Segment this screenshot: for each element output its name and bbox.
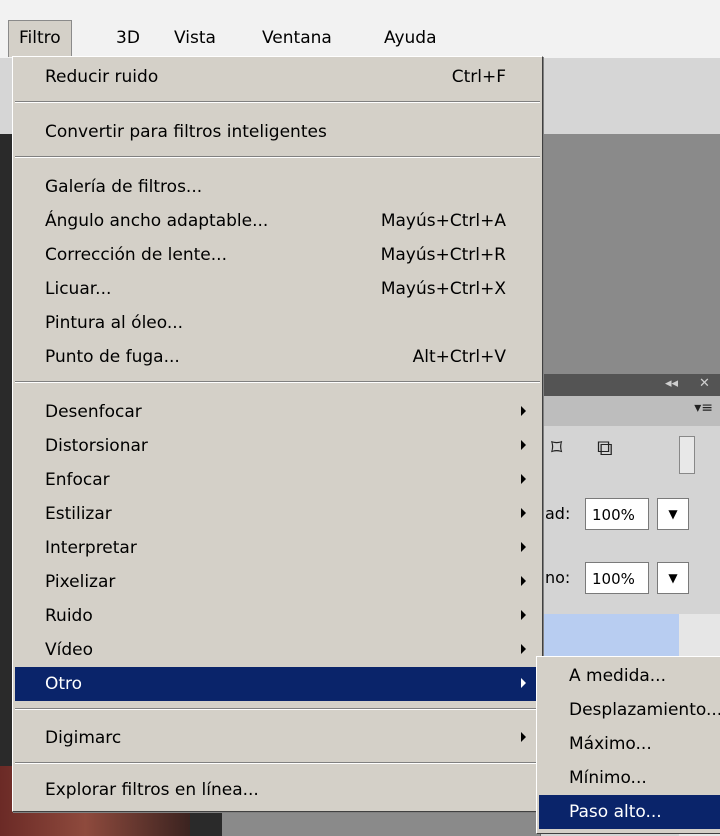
submenu-item-minimo[interactable]: Mínimo... [539,761,720,795]
menu-item-label: Ruido [45,606,93,626]
menu-item-label: Explorar filtros en línea... [45,780,259,800]
close-icon[interactable]: ✕ [699,376,710,391]
menu-item-label: Máximo... [569,734,652,754]
opacity-field[interactable]: 100% [585,498,649,530]
menu-separator [15,156,540,158]
submenu-item-paso-alto[interactable]: Paso alto... [539,795,720,829]
submenu-item-maximo[interactable]: Máximo... [539,727,720,761]
submenu-arrow-icon [521,440,526,450]
panel-header: ◂◂ ✕ [541,374,720,396]
menu-item-label: Desplazamiento... [569,700,720,720]
menu-item-pintura-oleo[interactable]: Pintura al óleo... [15,306,540,340]
menu-item-shortcut: Mayús+Ctrl+R [380,245,506,265]
submenu-arrow-icon [521,406,526,416]
submenu-arrow-icon [521,576,526,586]
menu-item-shortcut: Mayús+Ctrl+A [380,211,506,231]
menu-ventana[interactable]: Ventana [262,22,332,54]
menu-item-label: Distorsionar [45,436,148,456]
menu-item-label: Pintura al óleo... [45,313,184,333]
fill-dropdown[interactable]: ▼ [657,562,689,594]
menu-item-punto-fuga[interactable]: Punto de fuga... Alt+Ctrl+V [15,340,540,374]
menu-item-convertir-filtros-inteligentes[interactable]: Convertir para filtros inteligentes [15,115,540,149]
menu-item-label: Reducir ruido [45,67,159,87]
menu-item-distorsionar[interactable]: Distorsionar [15,429,540,463]
opacity-label: ad: [545,504,571,523]
menu-filtro[interactable]: Filtro [8,20,72,57]
submenu-item-desplazamiento[interactable]: Desplazamiento... [539,693,720,727]
menu-item-label: Otro [45,674,83,694]
menu-item-label: Desenfocar [45,402,142,422]
menu-item-label: Paso alto... [569,802,662,822]
menu-item-reducir-ruido[interactable]: Reducir ruido Ctrl+F [15,60,540,94]
panel-tab-row: ▾≡ [541,396,720,426]
transform-icon[interactable]: ⌑ [551,436,562,461]
panel-menu-icon[interactable]: ▾≡ [694,400,713,416]
submenu-arrow-icon [521,610,526,620]
menu-3d[interactable]: 3D [116,22,140,54]
menu-item-label: A medida... [569,666,666,686]
menu-item-label: Mínimo... [569,768,647,788]
scrollbar-thumb[interactable] [679,436,695,474]
menu-item-angulo-ancho[interactable]: Ángulo ancho adaptable... Mayús+Ctrl+A [15,204,540,238]
menu-item-video[interactable]: Vídeo [15,633,540,667]
menu-item-galeria-filtros[interactable]: Galería de filtros... [15,170,540,204]
menu-item-label: Galería de filtros... [45,177,203,197]
menu-item-label: Vídeo [45,640,94,660]
menu-item-label: Pixelizar [45,572,116,592]
fill-field[interactable]: 100% [585,562,649,594]
menu-separator [15,101,540,103]
copy-icon[interactable]: ⧉ [597,436,613,461]
menu-item-enfocar[interactable]: Enfocar [15,463,540,497]
menu-bar: Filtro 3D Vista Ventana Ayuda [0,0,720,58]
menu-item-shortcut: Mayús+Ctrl+X [380,279,506,299]
menu-separator [15,762,540,764]
menu-item-label: Ángulo ancho adaptable... [45,211,269,231]
menu-item-explorar-filtros[interactable]: Explorar filtros en línea... [15,773,540,807]
menu-item-label: Digimarc [45,728,122,748]
submenu-arrow-icon [521,644,526,654]
opacity-dropdown[interactable]: ▼ [657,498,689,530]
submenu-otro: A medida... Desplazamiento... Máximo... … [536,656,720,834]
menu-item-label: Corrección de lente... [45,245,227,265]
submenu-arrow-icon [521,732,526,742]
collapse-icon[interactable]: ◂◂ [665,376,678,391]
menu-item-estilizar[interactable]: Estilizar [15,497,540,531]
menu-item-correccion-lente[interactable]: Corrección de lente... Mayús+Ctrl+R [15,238,540,272]
filter-dropdown-menu: Reducir ruido Ctrl+F Convertir para filt… [12,56,543,812]
menu-item-otro[interactable]: Otro [15,667,540,701]
submenu-arrow-icon [521,474,526,484]
menu-item-label: Interpretar [45,538,137,558]
menu-vista[interactable]: Vista [174,22,216,54]
menu-item-desenfocar[interactable]: Desenfocar [15,395,540,429]
menu-ayuda[interactable]: Ayuda [384,22,437,54]
menu-item-label: Enfocar [45,470,110,490]
submenu-arrow-icon [521,542,526,552]
fill-label: no: [545,568,571,587]
menu-item-label: Convertir para filtros inteligentes [45,122,327,142]
menu-item-label: Punto de fuga... [45,347,180,367]
submenu-arrow-icon [521,508,526,518]
menu-item-interpretar[interactable]: Interpretar [15,531,540,565]
menu-item-pixelizar[interactable]: Pixelizar [15,565,540,599]
menu-separator [15,381,540,383]
submenu-arrow-icon [521,678,526,688]
menu-item-digimarc[interactable]: Digimarc [15,721,540,755]
menu-item-label: Estilizar [45,504,112,524]
menu-separator [15,708,540,710]
menu-item-shortcut: Alt+Ctrl+V [412,347,506,367]
menu-item-shortcut: Ctrl+F [451,67,506,87]
menu-item-licuar[interactable]: Licuar... Mayús+Ctrl+X [15,272,540,306]
menu-item-ruido[interactable]: Ruido [15,599,540,633]
menu-item-label: Licuar... [45,279,112,299]
submenu-item-a-medida[interactable]: A medida... [539,659,720,693]
